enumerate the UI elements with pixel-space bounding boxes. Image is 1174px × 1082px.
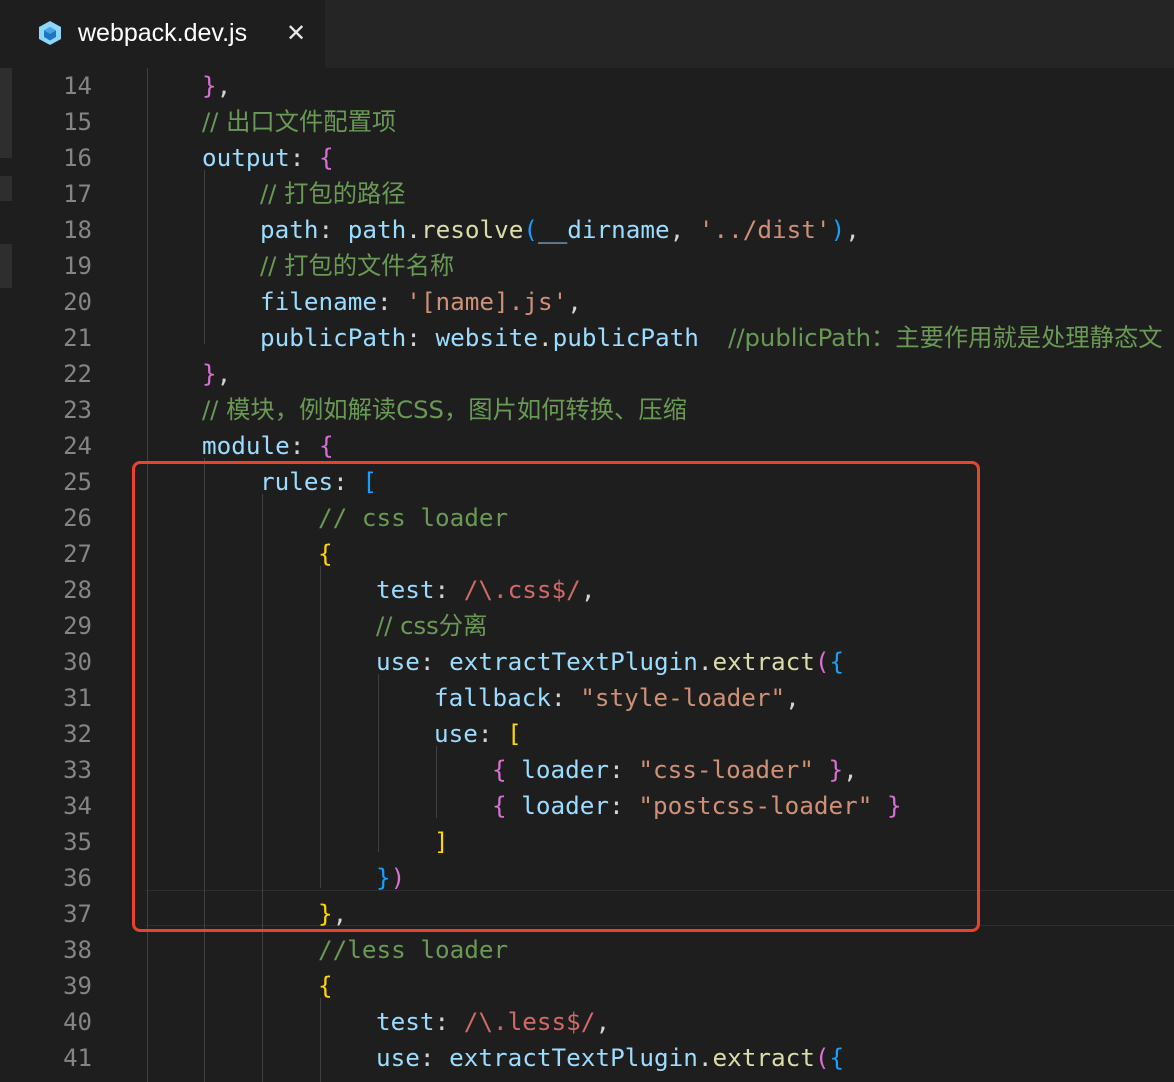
paren: ( (523, 215, 538, 244)
punctuation: : (434, 1007, 464, 1036)
code-line-40: test: /\.less$/, (376, 1004, 610, 1040)
code-line-19: // 打包的文件名称 (260, 248, 454, 284)
code-line-20: filename: '[name].js', (260, 284, 582, 320)
punctuation: : (377, 287, 407, 316)
punctuation: , (845, 215, 860, 244)
close-icon[interactable]: ✕ (283, 18, 309, 48)
comment: // 模块，例如解读CSS，图片如何转换、压缩 (202, 395, 687, 424)
function-name: resolve (420, 215, 524, 244)
code-line-41: use: extractTextPlugin.extract({ (376, 1040, 844, 1076)
property: test (376, 1007, 435, 1036)
comment: //less loader (318, 935, 509, 964)
identifier: website (435, 323, 538, 352)
property: path (260, 215, 319, 244)
punctuation: : (419, 1043, 450, 1072)
comment: //publicPath：主要作用就是处理静态文 (728, 323, 1163, 352)
punctuation: , (567, 287, 582, 316)
brace: } (202, 71, 217, 100)
identifier: path (347, 215, 407, 244)
identifier: __dirname (537, 215, 670, 244)
code-line-39: { (318, 968, 333, 1004)
comment: // 出口文件配置项 (202, 107, 397, 136)
code-line-38: //less loader (318, 932, 508, 968)
comment: // 打包的文件名称 (260, 251, 455, 280)
punctuation: : (318, 215, 348, 244)
paren: ( (814, 1043, 830, 1072)
code-line-23: // 模块，例如解读CSS，图片如何转换、压缩 (202, 392, 687, 428)
punctuation: . (537, 323, 553, 352)
property: module (202, 431, 290, 460)
identifier: extractTextPlugin (449, 1043, 698, 1072)
brace: } (202, 359, 217, 388)
punctuation: : (406, 323, 436, 352)
punctuation: , (595, 1007, 611, 1036)
property: use (376, 1043, 420, 1072)
brace: { (319, 143, 334, 172)
brace: { (318, 971, 333, 1000)
brace: { (829, 1043, 845, 1072)
code-line-14: }, (202, 68, 231, 104)
code-line-17: // 打包的路径 (260, 176, 406, 212)
property: publicPath (260, 323, 407, 352)
paren: ) (830, 215, 846, 244)
tab-bar: webpack.dev.js ✕ (0, 0, 1174, 68)
code-line-16: output: { (202, 140, 334, 176)
identifier: publicPath (552, 323, 699, 352)
punctuation: : (289, 143, 320, 172)
brace: { (319, 431, 334, 460)
tab-webpack-dev-js[interactable]: webpack.dev.js ✕ (0, 0, 325, 68)
webpack-cube-icon (39, 21, 61, 45)
code-line-21: publicPath: website.publicPath //publicP… (260, 320, 1163, 356)
code-line-22: }, (202, 356, 231, 392)
punctuation: , (216, 71, 232, 100)
punctuation: , (669, 215, 699, 244)
punctuation: , (216, 359, 232, 388)
property: output (202, 143, 290, 172)
editor-window: webpack.dev.js ✕ 14 15 16 17 18 19 20 21 (0, 0, 1174, 1082)
code-line-18: path: path.resolve(__dirname, '../dist')… (260, 212, 860, 248)
regex: /\.less$/ (463, 1007, 596, 1036)
punctuation: : (289, 431, 320, 460)
highlight-annotation-box (132, 461, 980, 932)
function-name: extract (712, 1043, 815, 1072)
tab-label: webpack.dev.js (78, 19, 248, 47)
punctuation: . (697, 1043, 713, 1072)
property: filename (260, 287, 378, 316)
code-line-15: // 出口文件配置项 (202, 104, 396, 140)
string: '[name].js' (406, 287, 568, 316)
comment: // 打包的路径 (260, 179, 406, 208)
string: '../dist' (698, 215, 831, 244)
code-line-24: module: { (202, 428, 334, 464)
punctuation: . (406, 215, 421, 244)
